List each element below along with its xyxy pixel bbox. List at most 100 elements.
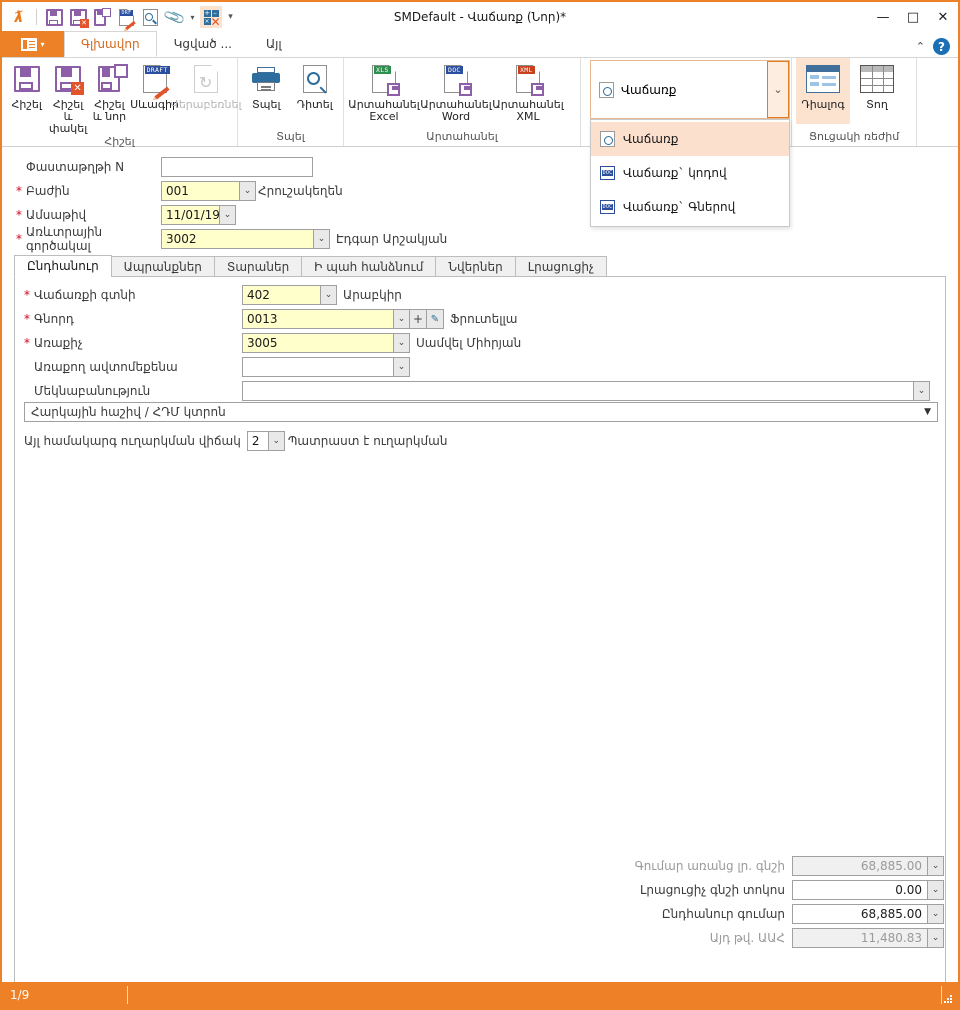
ribbon-button-grid-view[interactable]: Տող	[850, 58, 904, 124]
report-selector-dropdown-button[interactable]: ⌄	[767, 61, 789, 118]
label-external-send-state: Այլ համակարգ ուղարկման վիճակ	[24, 434, 241, 448]
attachment-icon[interactable]: 📎	[162, 5, 187, 29]
export-word-icon: DOC	[444, 62, 472, 96]
chevron-down-icon[interactable]: ⌄	[927, 904, 944, 924]
field-extra-percent[interactable]: 0.00 ⌄	[792, 880, 944, 900]
chevron-down-icon[interactable]: ⌄	[313, 229, 330, 249]
draft-icon[interactable]: DRF	[115, 6, 137, 30]
section-tax-invoice[interactable]: Հարկային հաշիվ / ՀԴՄ կտրոն ▼	[24, 402, 938, 422]
add-remove-icon[interactable]: + – × ✕	[200, 6, 222, 28]
chevron-down-icon[interactable]: ⌄	[393, 309, 410, 329]
combo-date[interactable]: 11/01/19 ⌄	[161, 205, 236, 225]
close-button[interactable]: ✕	[928, 3, 958, 31]
ribbon-button-save-and-new[interactable]: Հիշել և նոր	[89, 58, 130, 124]
doc-icon: DOC	[600, 200, 615, 214]
chevron-down-icon[interactable]: ⌄	[239, 181, 256, 201]
ribbon-button-save-and-close[interactable]: ✕ Հիշել և փակել	[47, 58, 88, 135]
menu-item-sale-with-code[interactable]: DOC Վաճառք` կոդով	[591, 156, 789, 190]
combo-department-value: 001	[161, 181, 239, 201]
ribbon-button-preview[interactable]: Դիտել	[291, 58, 340, 124]
chevron-down-icon[interactable]: ⌄	[927, 880, 944, 900]
chevron-down-icon[interactable]: ⌄	[320, 285, 337, 305]
ribbon-button-export-word[interactable]: DOC Արտահանել Word	[420, 58, 492, 124]
label-grand-total: Ընդհանուր գումար	[661, 907, 785, 921]
menu-item-sale-with-prices-label: Վաճառք` Գներով	[623, 200, 736, 214]
help-icon[interactable]: ?	[933, 38, 950, 55]
app-logo-icon[interactable]: ƛ	[8, 6, 30, 28]
value-sales-agent-name: Էդգար Արշակյան	[336, 232, 448, 246]
chevron-down-icon[interactable]: ⌄	[267, 431, 285, 451]
ribbon-tab-other[interactable]: Այլ	[249, 31, 299, 57]
chevron-down-icon[interactable]: ⌄	[393, 333, 410, 353]
combo-customer[interactable]: 0013 ⌄ + ✎	[242, 309, 444, 329]
report-selector-combo[interactable]: Վաճառք ⌄	[590, 60, 790, 119]
ribbon-button-draft[interactable]: DRAFT Սևագիր	[130, 58, 179, 124]
tab-general[interactable]: Ընդհանուր	[14, 255, 112, 277]
maximize-button[interactable]: □	[898, 3, 928, 31]
chevron-down-icon[interactable]: ⌄	[219, 205, 236, 225]
status-divider	[127, 986, 129, 1004]
save-icon[interactable]	[43, 6, 65, 28]
tab-additional[interactable]: Լրացուցիչ	[514, 256, 607, 277]
save-and-new-icon[interactable]	[91, 6, 113, 28]
chevron-down-icon[interactable]: ⌄	[927, 856, 944, 876]
chevron-down-icon[interactable]: ⌄	[927, 928, 944, 948]
ribbon-button-print[interactable]: Տպել	[242, 58, 291, 124]
combo-external-send-state[interactable]: 2 ⌄	[246, 431, 285, 451]
chevron-down-icon[interactable]: ⌄	[393, 357, 410, 377]
minimize-button[interactable]: —	[868, 3, 898, 31]
preview-icon[interactable]	[139, 6, 161, 28]
tab-consignment[interactable]: Ի պահ հանձնում	[301, 256, 437, 277]
required-marker: *	[24, 336, 30, 350]
ribbon-button-reload[interactable]: ↻ Վերաբեռնել	[171, 58, 241, 124]
combo-delivery-vehicle-value	[242, 357, 393, 377]
label-customer: Գնորդ	[34, 312, 74, 326]
ribbon-button-preview-label: Դիտել	[296, 98, 333, 111]
combo-comment[interactable]: ⌄	[242, 381, 930, 401]
ribbon-button-export-excel[interactable]: XLS Արտահանել Excel	[348, 58, 420, 124]
add-customer-button[interactable]: +	[410, 309, 427, 329]
combo-deliverer[interactable]: 3005 ⌄	[242, 333, 410, 353]
value-grand-total: 68,885.00	[792, 904, 927, 924]
combo-sale-point[interactable]: 402 ⌄	[242, 285, 337, 305]
value-deliverer-name: Սամվել Միհրյան	[416, 336, 522, 350]
label-comment: Մեկնաբանություն	[34, 384, 151, 398]
combo-external-send-state-value: 2	[246, 431, 268, 451]
ribbon-button-dialog-view[interactable]: Դիալոգ	[796, 58, 850, 124]
chevron-down-icon[interactable]: ▼	[924, 403, 931, 421]
tab-containers[interactable]: Տարաներ	[213, 256, 303, 277]
tab-products[interactable]: Ապրանքներ	[110, 256, 215, 277]
collapse-ribbon-icon[interactable]: ⌃	[916, 40, 925, 53]
field-grand-total[interactable]: 68,885.00 ⌄	[792, 904, 944, 924]
ribbon-button-save[interactable]: Հիշել	[6, 58, 47, 124]
customize-qat-caret[interactable]: ▾	[224, 6, 237, 28]
ribbon-button-export-xml[interactable]: XML Արտահանել XML	[492, 58, 564, 124]
combo-department[interactable]: 001 ⌄	[161, 181, 256, 201]
report-selector-value: Վաճառք	[621, 82, 677, 97]
edit-customer-button[interactable]: ✎	[427, 309, 444, 329]
combo-comment-value	[242, 381, 913, 401]
combo-customer-value: 0013	[242, 309, 393, 329]
ribbon-tab-attached[interactable]: Կցված ...	[157, 31, 249, 57]
required-marker: *	[16, 184, 22, 198]
resize-grip-icon[interactable]	[942, 993, 954, 1005]
combo-delivery-vehicle[interactable]: ⌄	[242, 357, 410, 377]
file-menu-button[interactable]: ▾	[2, 31, 64, 57]
value-customer-name: Ֆրուտելլա	[450, 312, 518, 326]
menu-item-sale-with-prices[interactable]: DOC Վաճառք` Գներով	[591, 190, 789, 224]
field-row-date: * Ամսաթիվ 11/01/19 ⌄	[16, 203, 236, 227]
input-document-number[interactable]	[161, 157, 313, 177]
ribbon-group-list-mode-label: Ցուցակի ռեժիմ	[808, 130, 900, 143]
status-bar: 1/9	[2, 982, 958, 1008]
combo-sales-agent[interactable]: 3002 ⌄	[161, 229, 330, 249]
value-amount-without-extra: 68,885.00	[792, 856, 927, 876]
tab-gifts[interactable]: Նվերներ	[435, 256, 516, 277]
save-and-close-icon[interactable]: ✕	[67, 6, 89, 28]
ribbon-tab-main[interactable]: Գլխավոր	[64, 31, 157, 57]
document-form: Փաստաթղթի N * Բաժին 001 ⌄ Հրուշակեղեն * …	[2, 147, 958, 1008]
menu-item-sale[interactable]: Վաճառք	[591, 122, 789, 156]
label-department: Բաժին	[26, 184, 70, 198]
attachment-dropdown-caret[interactable]: ▾	[187, 6, 198, 28]
ribbon-button-reload-label: Վերաբեռնել	[170, 98, 242, 111]
chevron-down-icon[interactable]: ⌄	[913, 381, 930, 401]
